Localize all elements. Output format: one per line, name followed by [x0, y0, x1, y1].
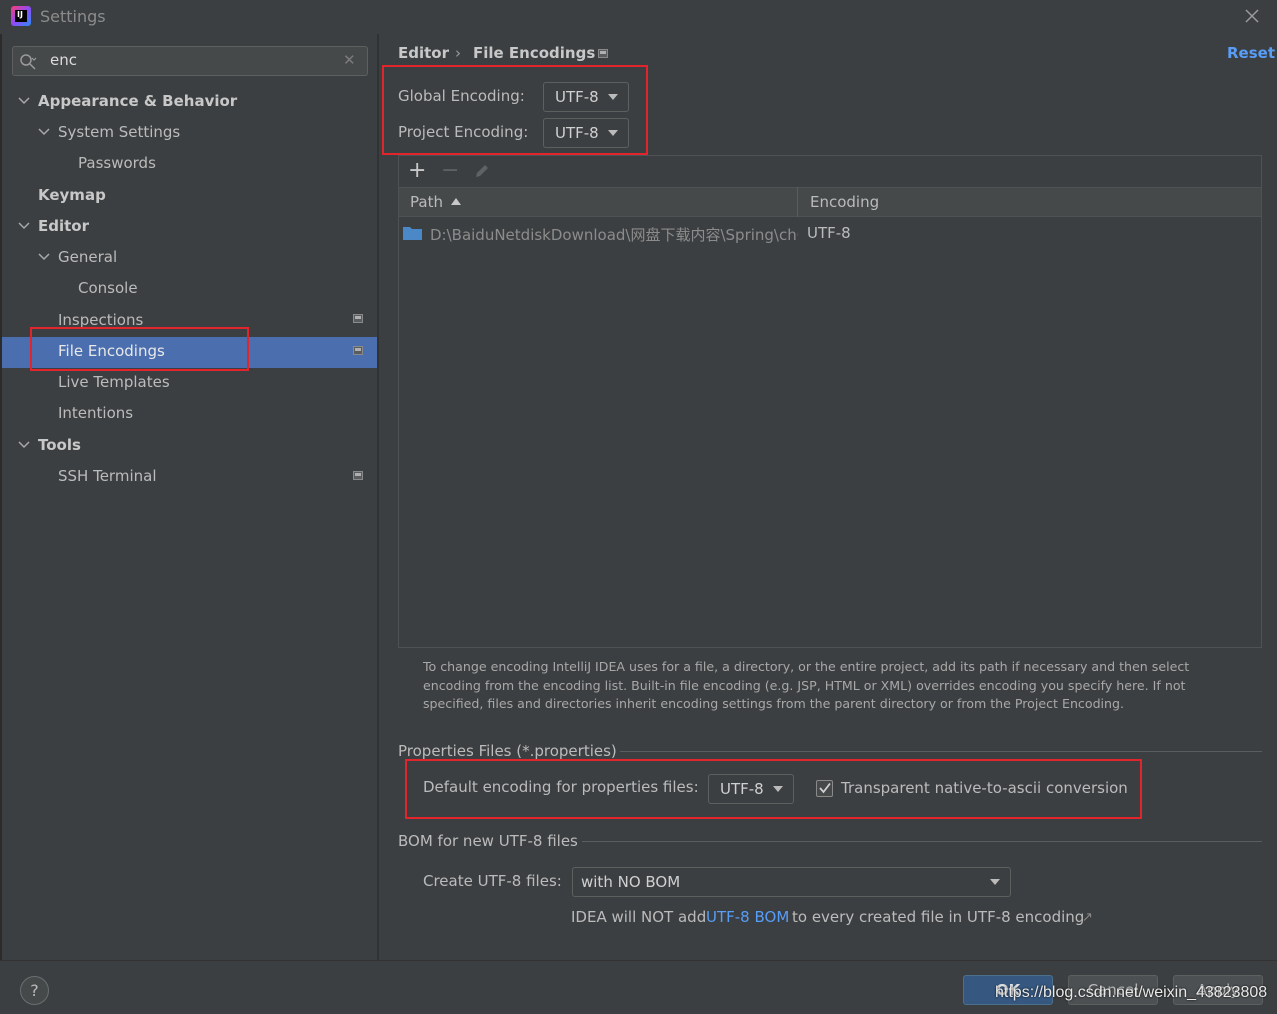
sidebar-item-ssh-terminal[interactable]: SSH Terminal	[58, 461, 156, 491]
chevron-down-icon[interactable]	[38, 251, 50, 263]
project-scope-icon	[353, 314, 363, 323]
logo-text: IJ	[17, 10, 23, 19]
title-bar	[0, 0, 1277, 34]
project-scope-icon	[598, 49, 608, 58]
properties-section-title: Properties Files (*.properties)	[398, 742, 617, 760]
sidebar-item-tools[interactable]: Tools	[38, 430, 81, 460]
utf8-bom-link[interactable]: UTF-8 BOM	[706, 908, 789, 926]
dropdown-arrow-icon	[990, 879, 1000, 885]
intellij-logo-icon: IJ	[11, 6, 31, 26]
sidebar-item-editor[interactable]: Editor	[38, 211, 89, 241]
watermark-url: https://blog.csdn.net/weixin_43823808	[995, 984, 1268, 1001]
search-value[interactable]: enc	[50, 51, 77, 69]
sidebar-item-label: Appearance & Behavior	[38, 92, 238, 110]
sidebar-item-appearance-behavior[interactable]: Appearance & Behavior	[38, 86, 237, 116]
sidebar-item-label: Live Templates	[58, 373, 170, 391]
chevron-down-icon[interactable]	[18, 220, 30, 232]
sidebar-item-general[interactable]: General	[58, 242, 117, 272]
bom-select-value: with NO BOM	[581, 873, 681, 891]
chevron-down-icon[interactable]	[38, 126, 50, 138]
column-separator[interactable]	[797, 187, 798, 217]
settings-sidebar	[2, 34, 377, 960]
sidebar-item-label: General	[58, 248, 118, 266]
section-divider	[620, 751, 1262, 752]
edit-pencil-icon[interactable]	[473, 162, 491, 184]
bom-select[interactable]: with NO BOM	[572, 867, 1011, 897]
sidebar-item-intentions[interactable]: Intentions	[58, 398, 133, 428]
sidebar-item-live-templates[interactable]: Live Templates	[58, 367, 170, 397]
sidebar-item-passwords[interactable]: Passwords	[78, 148, 156, 178]
help-button[interactable]: ?	[20, 976, 49, 1005]
sort-ascending-icon	[451, 198, 461, 205]
bom-note-text-end: to every created file in UTF-8 encoding	[792, 908, 1085, 926]
breadcrumb-editor[interactable]: Editor	[398, 44, 449, 62]
sidebar-item-label: Editor	[38, 217, 89, 235]
help-text: To change encoding IntelliJ IDEA uses fo…	[423, 659, 1190, 711]
window-title: Settings	[40, 7, 106, 26]
table-toolbar	[399, 156, 1261, 186]
sidebar-item-label: Tools	[38, 436, 81, 454]
remove-icon[interactable]: −	[441, 158, 459, 183]
sidebar-item-label: Passwords	[78, 154, 156, 172]
table-row-path[interactable]: D:\BaiduNetdiskDownload\网盘下载内容\Spring\ch…	[430, 224, 798, 245]
external-link-icon[interactable]: ↗	[1082, 910, 1093, 925]
sidebar-item-label: System Settings	[58, 123, 181, 141]
sidebar-item-console[interactable]: Console	[78, 273, 138, 303]
sidebar-item-label: Keymap	[38, 186, 106, 204]
sidebar-item-label: SSH Terminal	[58, 467, 157, 485]
clear-search-icon[interactable]: ✕	[343, 51, 356, 69]
create-utf8-label: Create UTF-8 files:	[423, 872, 562, 890]
sidebar-item-system-settings[interactable]: System Settings	[58, 117, 180, 147]
chevron-down-icon[interactable]	[18, 95, 30, 107]
breadcrumb-separator: ›	[455, 44, 461, 62]
highlight-box-encodings	[382, 65, 648, 155]
highlight-box-properties	[405, 759, 1142, 819]
reset-link[interactable]: Reset	[1227, 44, 1275, 62]
search-icon	[19, 53, 37, 71]
column-header-encoding[interactable]: Encoding	[810, 193, 879, 211]
sidebar-item-keymap[interactable]: Keymap	[38, 180, 106, 210]
column-header-path[interactable]: Path	[410, 193, 443, 211]
folder-icon	[403, 226, 422, 240]
chevron-down-icon[interactable]	[18, 439, 30, 451]
sidebar-item-label: Console	[78, 279, 138, 297]
bom-note-text: IDEA will NOT add	[571, 908, 707, 926]
search-input[interactable]: enc ✕	[12, 46, 368, 76]
page-title: File Encodings	[473, 44, 596, 62]
bom-section-title: BOM for new UTF-8 files	[398, 832, 578, 850]
project-scope-icon	[353, 471, 363, 480]
highlight-box-file-encodings	[30, 327, 249, 371]
sidebar-item-label: Intentions	[58, 404, 134, 422]
close-icon[interactable]	[1241, 5, 1263, 27]
table-body	[399, 218, 1261, 647]
section-divider	[582, 841, 1262, 842]
project-scope-icon	[353, 346, 363, 355]
table-row-encoding[interactable]: UTF-8	[807, 224, 851, 242]
add-icon[interactable]: +	[408, 158, 426, 183]
